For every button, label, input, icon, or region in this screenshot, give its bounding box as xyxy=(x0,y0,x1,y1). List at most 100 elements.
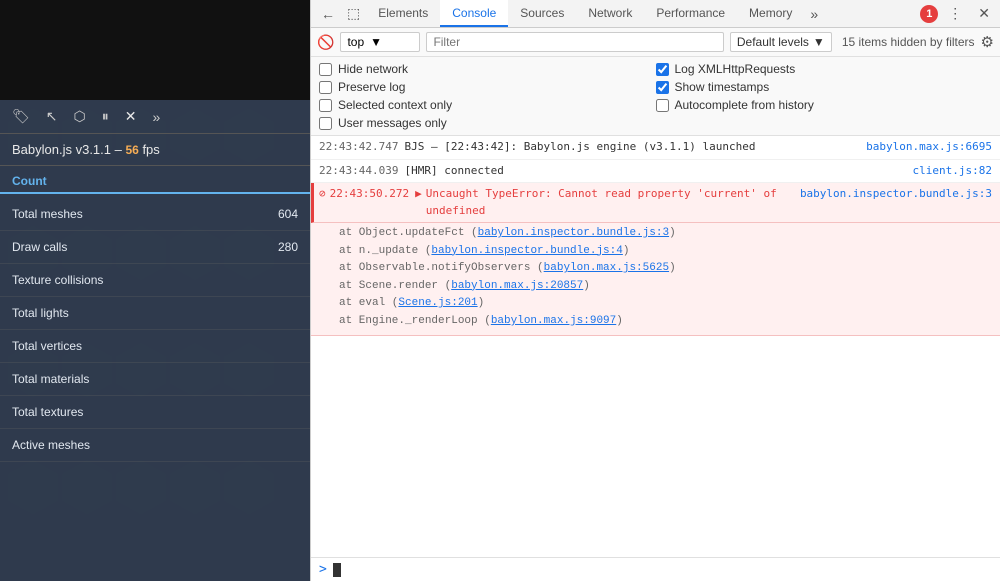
more-tabs-icon[interactable]: » xyxy=(804,2,824,26)
error-arrow-icon[interactable]: ▶ xyxy=(415,186,422,203)
babylon-inspector-panel: 🏷 ↖ ⬡ ⏸ ✕ » Babylon.js v3.1.1 – 56 fps C… xyxy=(0,0,310,581)
inspector-toolbar: 🏷 ↖ ⬡ ⏸ ✕ » xyxy=(0,100,310,134)
stack-line: at Scene.render (babylon.max.js:20857) xyxy=(339,278,992,296)
no-entry-icon[interactable]: 🚫 xyxy=(317,34,334,51)
user-messages-option[interactable]: User messages only xyxy=(319,115,656,131)
autocomplete-checkbox[interactable] xyxy=(656,99,669,112)
preserve-log-option[interactable]: Preserve log xyxy=(319,79,656,95)
stats-section: Count Total meshes604Draw calls280Textur… xyxy=(0,166,310,581)
tab-right-actions: 1 ⋮ ✕ xyxy=(920,1,996,26)
autocomplete-option[interactable]: Autocomplete from history xyxy=(656,97,993,113)
tab-console[interactable]: Console xyxy=(440,0,508,27)
stat-row[interactable]: Texture collisions xyxy=(0,264,310,297)
inspector-overlay: 🏷 ↖ ⬡ ⏸ ✕ » Babylon.js v3.1.1 – 56 fps C… xyxy=(0,100,310,581)
hide-network-label: Hide network xyxy=(338,62,408,76)
show-timestamps-checkbox[interactable] xyxy=(656,81,669,94)
console-toolbar: 🚫 top ▼ Default levels ▼ 15 items hidden… xyxy=(311,28,1000,57)
stack-line: at Object.updateFct (babylon.inspector.b… xyxy=(339,225,992,243)
stack-source-link[interactable]: babylon.max.js:5625 xyxy=(544,262,669,274)
levels-dropdown-arrow: ▼ xyxy=(813,35,825,49)
devtools-panel: ← ⬚ Elements Console Sources Network Per… xyxy=(310,0,1000,581)
console-input-row: > xyxy=(311,557,1000,581)
hide-network-checkbox[interactable] xyxy=(319,63,332,76)
source-link[interactable]: client.js:82 xyxy=(913,163,992,180)
stat-row[interactable]: Total materials xyxy=(0,363,310,396)
dots-menu-icon[interactable]: ⋮ xyxy=(942,1,968,26)
console-prompt-icon: > xyxy=(319,562,327,577)
tab-sources[interactable]: Sources xyxy=(508,0,576,27)
devtools-tab-bar: ← ⬚ Elements Console Sources Network Per… xyxy=(311,0,1000,28)
error-main-line: ⊘ 22:43:50.272 ▶ Uncaught TypeError: Can… xyxy=(311,183,1000,223)
stack-source-link[interactable]: babylon.inspector.bundle.js:3 xyxy=(478,227,669,239)
fps-label: Babylon.js v3.1.1 – xyxy=(12,142,125,157)
user-messages-checkbox[interactable] xyxy=(319,117,332,130)
back-icon[interactable]: ← xyxy=(315,2,341,26)
log-entry: 22:43:44.039[HMR] connectedclient.js:82 xyxy=(311,160,1000,184)
selected-context-option[interactable]: Selected context only xyxy=(319,97,656,113)
settings-gear-icon[interactable]: ⚙ xyxy=(981,33,994,51)
console-filter-input[interactable] xyxy=(426,32,723,52)
context-select[interactable]: top ▼ xyxy=(340,32,420,52)
console-cursor[interactable] xyxy=(333,563,341,577)
stack-source-link[interactable]: babylon.max.js:20857 xyxy=(451,280,583,292)
popup-icon[interactable]: ⬡ xyxy=(70,106,90,127)
log-xml-checkbox[interactable] xyxy=(656,63,669,76)
preserve-log-checkbox[interactable] xyxy=(319,81,332,94)
hexagon-background: 🏷 ↖ ⬡ ⏸ ✕ » Babylon.js v3.1.1 – 56 fps C… xyxy=(0,100,310,581)
preserve-log-label: Preserve log xyxy=(338,80,405,94)
stat-row[interactable]: Total vertices xyxy=(0,330,310,363)
default-levels-label: Default levels xyxy=(737,35,809,49)
more-icon[interactable]: » xyxy=(148,107,164,127)
error-source-link[interactable]: babylon.inspector.bundle.js:3 xyxy=(800,186,992,203)
context-dropdown-arrow: ▼ xyxy=(370,35,382,49)
tab-performance[interactable]: Performance xyxy=(644,0,737,27)
hide-network-option[interactable]: Hide network xyxy=(319,61,656,77)
show-timestamps-option[interactable]: Show timestamps xyxy=(656,79,993,95)
tag-icon[interactable]: 🏷 xyxy=(8,106,34,127)
stat-row[interactable]: Total lights xyxy=(0,297,310,330)
selected-context-checkbox[interactable] xyxy=(319,99,332,112)
console-filter-row: 🚫 top ▼ Default levels ▼ 15 items hidden… xyxy=(317,32,994,52)
fps-display: Babylon.js v3.1.1 – 56 fps xyxy=(0,134,310,166)
error-log-entry: ⊘ 22:43:50.272 ▶ Uncaught TypeError: Can… xyxy=(311,183,1000,223)
tab-network[interactable]: Network xyxy=(576,0,644,27)
stat-row[interactable]: Total meshes604 xyxy=(0,198,310,231)
autocomplete-label: Autocomplete from history xyxy=(675,98,814,112)
pause-icon[interactable]: ⏸ xyxy=(98,106,113,127)
console-options: Hide network Preserve log Selected conte… xyxy=(311,57,1000,136)
selected-context-label: Selected context only xyxy=(338,98,452,112)
cursor-icon[interactable]: ↖ xyxy=(42,106,62,127)
stack-line: at n._update (babylon.inspector.bundle.j… xyxy=(339,243,992,261)
stat-row[interactable]: Draw calls280 xyxy=(0,231,310,264)
console-output[interactable]: 22:43:42.747BJS – [22:43:42]: Babylon.js… xyxy=(311,136,1000,557)
context-value: top xyxy=(347,35,364,49)
stack-source-link[interactable]: babylon.max.js:9097 xyxy=(491,315,616,327)
log-entry: 22:43:42.747BJS – [22:43:42]: Babylon.js… xyxy=(311,136,1000,160)
fps-suffix: fps xyxy=(139,142,160,157)
options-right: Log XMLHttpRequests Show timestamps Auto… xyxy=(656,61,993,131)
inspector-icon[interactable]: ⬚ xyxy=(341,1,366,26)
tab-elements[interactable]: Elements xyxy=(366,0,440,27)
stack-source-link[interactable]: Scene.js:201 xyxy=(398,297,477,309)
stack-source-link[interactable]: babylon.inspector.bundle.js:4 xyxy=(431,245,622,257)
close-devtools-icon[interactable]: ✕ xyxy=(972,1,996,26)
stack-trace: at Object.updateFct (babylon.inspector.b… xyxy=(311,223,1000,336)
fps-value: 56 xyxy=(125,143,138,157)
source-link[interactable]: babylon.max.js:6695 xyxy=(866,139,992,156)
stat-row[interactable]: Active meshes xyxy=(0,429,310,462)
log-xml-label: Log XMLHttpRequests xyxy=(675,62,796,76)
error-badge: 1 xyxy=(920,5,938,23)
log-xml-option[interactable]: Log XMLHttpRequests xyxy=(656,61,993,77)
options-left: Hide network Preserve log Selected conte… xyxy=(319,61,656,131)
stat-row[interactable]: Total textures xyxy=(0,396,310,429)
stack-line: at Engine._renderLoop (babylon.max.js:90… xyxy=(339,313,992,331)
stats-header: Count xyxy=(0,166,310,194)
stack-line: at Observable.notifyObservers (babylon.m… xyxy=(339,260,992,278)
user-messages-label: User messages only xyxy=(338,116,447,130)
top-black-area xyxy=(0,0,310,100)
tab-memory[interactable]: Memory xyxy=(737,0,804,27)
show-timestamps-label: Show timestamps xyxy=(675,80,770,94)
error-circle-icon: ⊘ xyxy=(319,186,326,203)
close-icon[interactable]: ✕ xyxy=(121,106,141,127)
default-levels-select[interactable]: Default levels ▼ xyxy=(730,32,832,52)
